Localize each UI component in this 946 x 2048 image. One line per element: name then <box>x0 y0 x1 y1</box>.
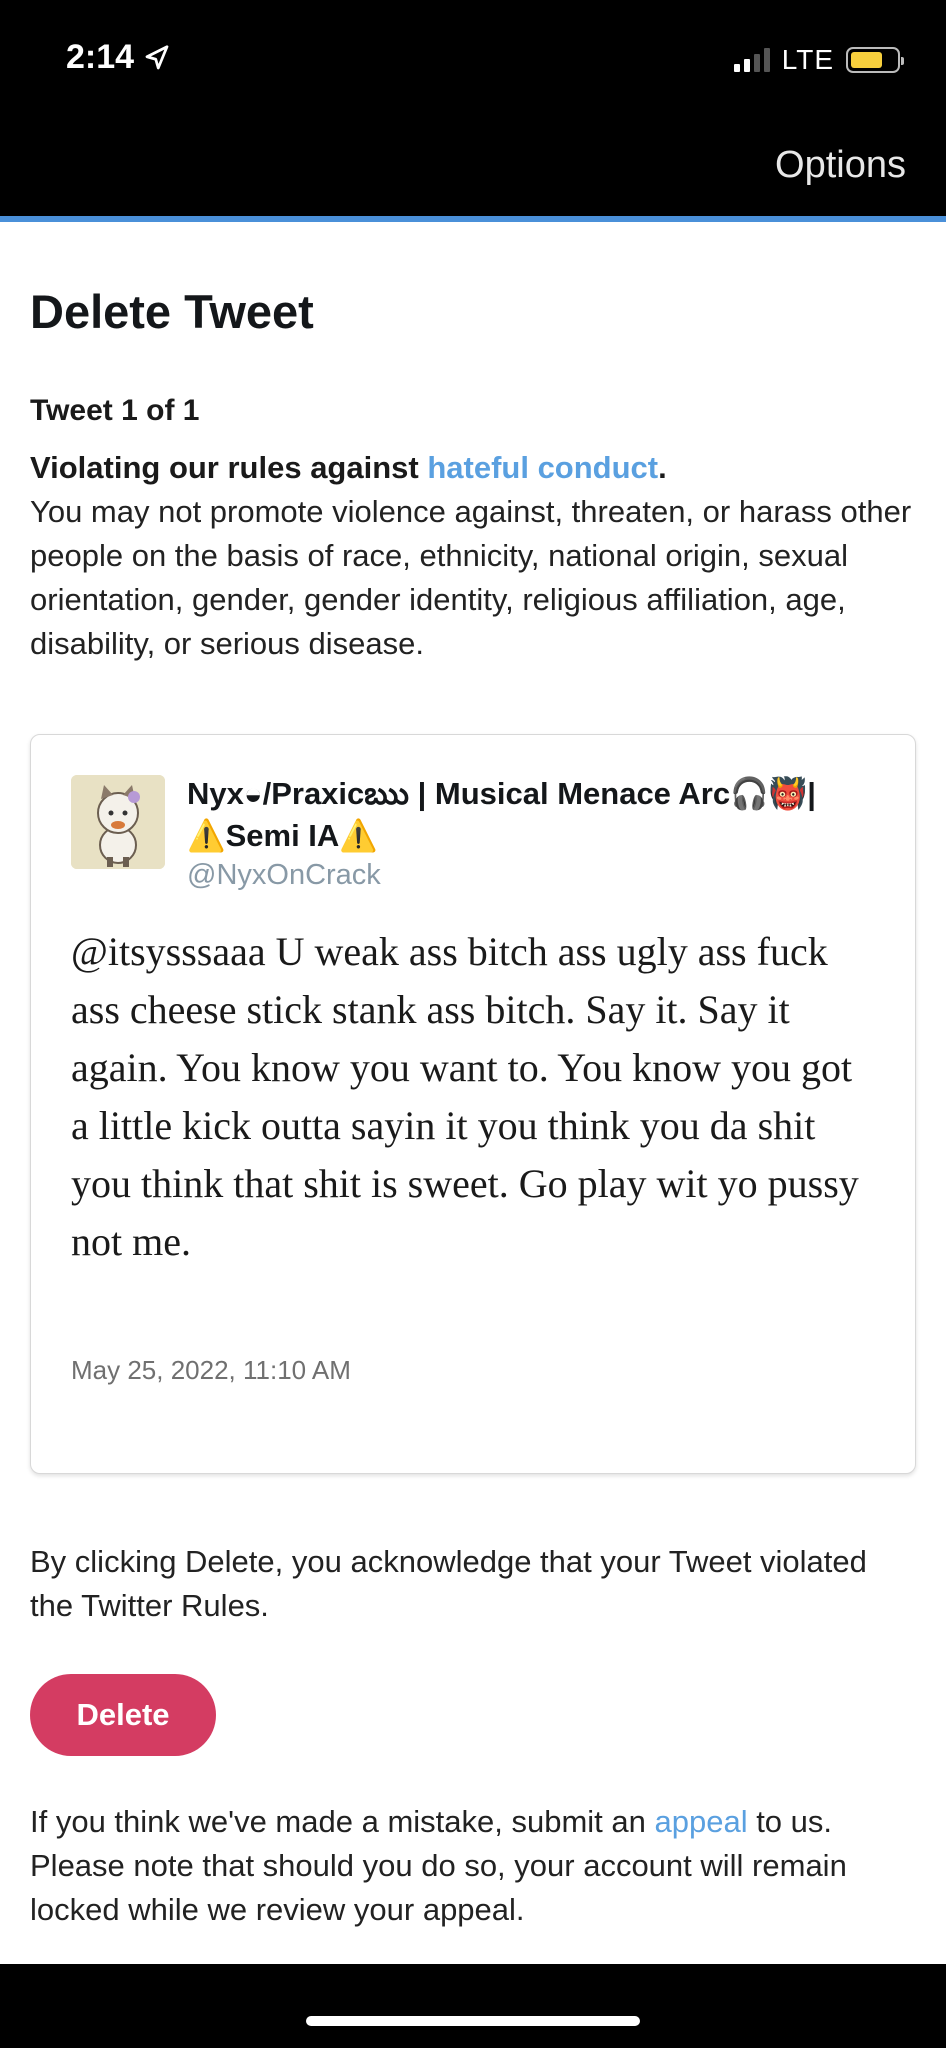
page-title: Delete Tweet <box>30 285 314 338</box>
tweet-timestamp: May 25, 2022, 11:10 AM <box>71 1355 351 1385</box>
violation-notice: Violating our rules against hateful cond… <box>30 446 920 666</box>
appeal-notice: If you think we've made a mistake, submi… <box>30 1800 920 1932</box>
location-arrow-icon <box>145 44 169 69</box>
tweet-text: @itsysssaaa U weak ass bitch ass ugly as… <box>71 929 859 1264</box>
options-button[interactable]: Options <box>775 144 906 187</box>
home-indicator[interactable] <box>306 2016 640 2026</box>
tweet-card: Nyx◒/Praxicఋ | Musical Menace Arc🎧👹| ⚠️S… <box>30 734 916 1474</box>
status-time: 2:14 <box>66 38 172 77</box>
bottom-bar <box>0 1964 946 2048</box>
violation-description: You may not promote violence against, th… <box>30 494 912 661</box>
tweet-count: Tweet 1 of 1 <box>30 394 200 427</box>
display-name[interactable]: Nyx◒/Praxicఋ | Musical Menace Arc🎧👹| ⚠️S… <box>187 773 887 857</box>
hateful-conduct-link[interactable]: hateful conduct <box>427 450 658 485</box>
delete-button[interactable]: Delete <box>30 1674 216 1756</box>
main-content: Delete Tweet Tweet 1 of 1 Violating our … <box>0 222 946 1964</box>
avatar <box>71 775 165 869</box>
violation-prefix: Violating our rules against <box>30 450 428 485</box>
appeal-prefix: If you think we've made a mistake, submi… <box>30 1804 655 1839</box>
acknowledge-text: By clicking Delete, you acknowledge that… <box>30 1544 867 1623</box>
status-indicators: LTE <box>733 44 904 76</box>
signal-icon <box>733 48 770 72</box>
display-name-line2: ⚠️Semi IA⚠️ <box>187 818 378 853</box>
network-type: LTE <box>781 44 834 75</box>
user-handle[interactable]: @NyxOnCrack <box>187 859 381 892</box>
appeal-link[interactable]: appeal <box>654 1804 747 1839</box>
nav-bar: Options <box>0 120 946 216</box>
status-bar: 2:14 LTE <box>0 0 946 120</box>
clock-text: 2:14 <box>66 38 135 76</box>
battery-icon <box>846 47 904 73</box>
violation-heading: Violating our rules against hateful cond… <box>30 446 920 490</box>
display-name-line1: Nyx◒/Praxicఋ | Musical Menace Arc🎧👹| <box>187 776 816 811</box>
violation-suffix: . <box>658 450 667 485</box>
